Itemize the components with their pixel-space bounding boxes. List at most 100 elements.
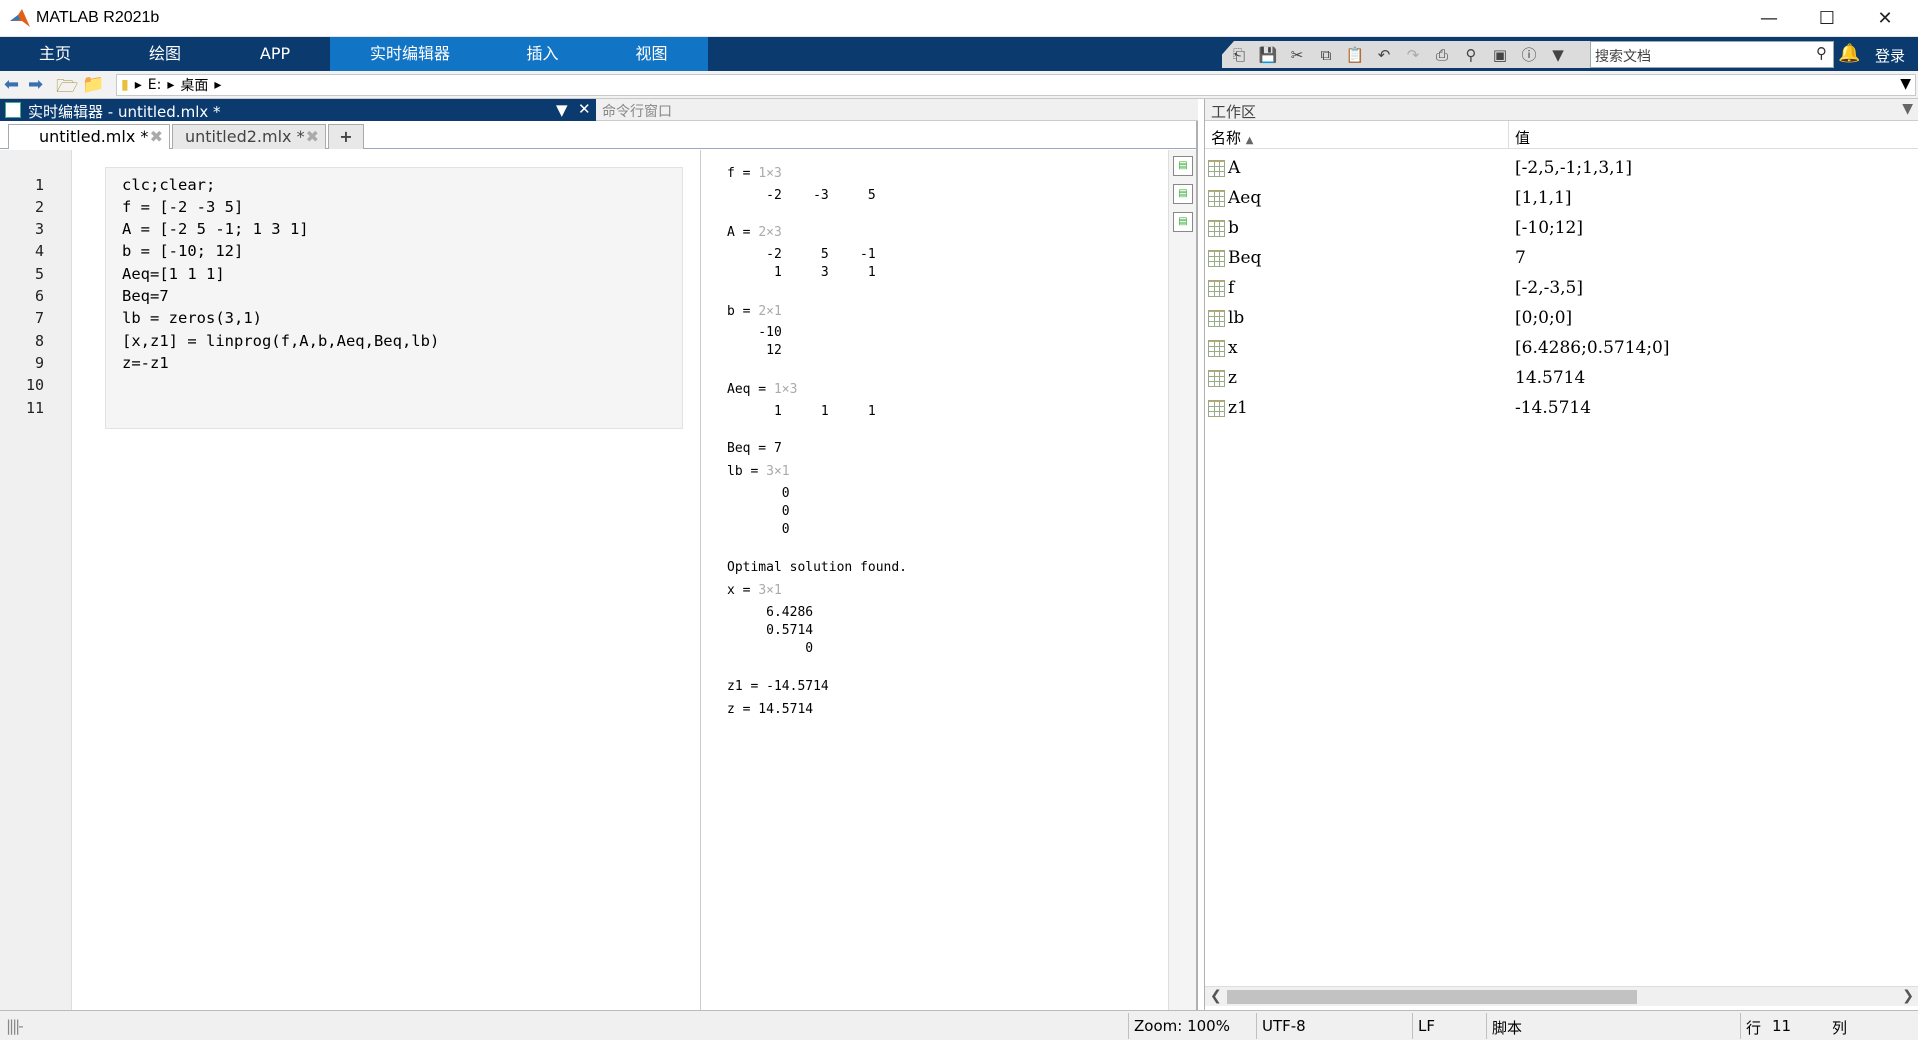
code-line[interactable]: lb = zeros(3,1) bbox=[122, 309, 262, 327]
close-tab-icon[interactable]: ✖ bbox=[150, 125, 163, 149]
line-number: 3 bbox=[34, 220, 44, 238]
var-name: z1 bbox=[1228, 398, 1248, 418]
output-right-icon[interactable]: ▤ bbox=[1173, 156, 1193, 176]
close-button[interactable]: ✕ bbox=[1856, 0, 1914, 37]
var-value: -14.5714 bbox=[1515, 398, 1592, 418]
browse-folder-icon[interactable]: 📁 bbox=[82, 74, 104, 95]
column-name-header[interactable]: 名称 ▲ bbox=[1211, 127, 1254, 148]
code-block[interactable]: clc;clear; f = [-2 -3 5] A = [-2 5 -1; 1… bbox=[105, 167, 683, 429]
code-line[interactable]: clc;clear; bbox=[122, 176, 215, 194]
undo-icon[interactable]: ↶ bbox=[1373, 45, 1395, 65]
path-segment-drive[interactable]: E: bbox=[148, 77, 162, 93]
save-icon[interactable]: 💾 bbox=[1257, 45, 1279, 65]
matrix-icon bbox=[1208, 340, 1225, 357]
shortcut-icon[interactable]: ⎗ bbox=[1228, 45, 1250, 65]
search-documentation-input[interactable]: 搜索文档 ⚲ bbox=[1590, 41, 1834, 68]
search-icon[interactable]: ⚲ bbox=[1816, 44, 1827, 62]
code-line[interactable]: [x,z1] = linprog(f,A,b,Aeq,Beq,lb) bbox=[122, 332, 439, 350]
output-f-value: -2 -3 5 bbox=[727, 188, 876, 203]
workspace-row[interactable]: f [-2,-3,5] bbox=[1205, 274, 1918, 304]
workspace-row[interactable]: z 14.5714 bbox=[1205, 364, 1918, 394]
tab-insert[interactable]: 插入 bbox=[490, 37, 595, 71]
workspace-menu-icon[interactable]: ▼ bbox=[1902, 101, 1913, 117]
workspace-row[interactable]: Aeq [1,1,1] bbox=[1205, 184, 1918, 214]
code-line[interactable]: Aeq=[1 1 1] bbox=[122, 265, 225, 283]
command-window-header[interactable]: 命令行窗口 bbox=[596, 99, 1198, 121]
panel-menu-icon[interactable]: ▼ bbox=[556, 101, 568, 119]
col-label: 列 bbox=[1832, 1019, 1848, 1037]
notification-bell-icon[interactable]: 🔔 bbox=[1838, 43, 1860, 64]
tab-home[interactable]: 主页 bbox=[0, 37, 110, 71]
scroll-left-icon[interactable]: ❮ bbox=[1210, 988, 1222, 1004]
hide-code-icon[interactable]: ▤ bbox=[1173, 212, 1193, 232]
output-b-row: 12 bbox=[727, 343, 782, 358]
var-value: 7 bbox=[1515, 248, 1526, 268]
path-segment-desktop[interactable]: 桌面 bbox=[180, 75, 208, 95]
zoom-level[interactable]: Zoom: 100% bbox=[1134, 1017, 1230, 1035]
output-lb-row: 0 bbox=[727, 522, 790, 537]
line-ending[interactable]: LF bbox=[1418, 1017, 1435, 1035]
var-value: [0;0;0] bbox=[1515, 308, 1573, 328]
live-editor-panel: 实时编辑器 - untitled.mlx * ▼ ✕ 命令行窗口 untitle… bbox=[0, 99, 1198, 1010]
customize-icon[interactable]: ▼ bbox=[1547, 45, 1569, 65]
tab-view[interactable]: 视图 bbox=[595, 37, 708, 71]
panel-close-icon[interactable]: ✕ bbox=[578, 100, 591, 118]
back-arrow-icon[interactable]: ⬅ bbox=[4, 74, 19, 95]
workspace-row[interactable]: x [6.4286;0.5714;0] bbox=[1205, 334, 1918, 364]
var-name: x bbox=[1228, 338, 1238, 358]
code-line[interactable]: b = [-10; 12] bbox=[122, 242, 243, 260]
line-number: 6 bbox=[34, 287, 44, 305]
copy-icon[interactable]: ⧉ bbox=[1315, 45, 1337, 65]
minimize-button[interactable]: — bbox=[1740, 0, 1798, 37]
column-value-header[interactable]: 值 bbox=[1515, 127, 1530, 148]
tab-untitled[interactable]: untitled.mlx * ✖ bbox=[8, 124, 170, 149]
cut-icon[interactable]: ✂ bbox=[1286, 45, 1308, 65]
close-tab-icon[interactable]: ✖ bbox=[306, 125, 319, 149]
redo-icon[interactable]: ↷ bbox=[1402, 45, 1424, 65]
current-folder-path[interactable]: ▮ ▸ E: ▸ 桌面 ▸ ▼ bbox=[116, 74, 1916, 96]
scroll-right-icon[interactable]: ❯ bbox=[1902, 988, 1914, 1004]
path-separator-icon[interactable]: ▸ bbox=[167, 77, 174, 93]
workspace-row[interactable]: Beq 7 bbox=[1205, 244, 1918, 274]
tab-live-editor[interactable]: 实时编辑器 bbox=[330, 37, 490, 71]
tab-plots[interactable]: 绘图 bbox=[110, 37, 220, 71]
output-Aeq-value: 1 1 1 bbox=[727, 404, 876, 419]
var-value: [-10;12] bbox=[1515, 218, 1583, 238]
matrix-icon bbox=[1208, 310, 1225, 327]
workspace-row[interactable]: lb [0;0;0] bbox=[1205, 304, 1918, 334]
horizontal-scrollbar[interactable]: ❮ ❯ bbox=[1205, 986, 1918, 1006]
output-A-row: 1 3 1 bbox=[727, 265, 876, 280]
find-icon[interactable]: ⚲ bbox=[1460, 45, 1482, 65]
print-icon[interactable]: ⎙ bbox=[1431, 45, 1453, 65]
new-tab-button[interactable]: + bbox=[328, 124, 364, 149]
code-line[interactable]: z=-z1 bbox=[122, 354, 169, 372]
forward-arrow-icon[interactable]: ➡ bbox=[28, 74, 43, 95]
var-name: f bbox=[1228, 278, 1235, 298]
column-divider[interactable] bbox=[1508, 121, 1509, 149]
maximize-button[interactable]: ☐ bbox=[1798, 0, 1856, 37]
output-inline-icon[interactable]: ▤ bbox=[1173, 184, 1193, 204]
paste-icon[interactable]: 📋 bbox=[1344, 45, 1366, 65]
line-number: 9 bbox=[34, 354, 44, 372]
file-type[interactable]: 脚本 bbox=[1492, 1017, 1522, 1038]
tab-apps[interactable]: APP bbox=[220, 37, 330, 71]
workspace-row[interactable]: b [-10;12] bbox=[1205, 214, 1918, 244]
line-number: 2 bbox=[34, 198, 44, 216]
code-line[interactable]: A = [-2 5 -1; 1 3 1] bbox=[122, 220, 309, 238]
tab-untitled2[interactable]: untitled2.mlx * ✖ bbox=[172, 124, 326, 149]
matrix-icon bbox=[1208, 160, 1225, 177]
path-separator-icon[interactable]: ▸ bbox=[214, 77, 221, 93]
code-line[interactable]: f = [-2 -3 5] bbox=[122, 198, 243, 216]
path-separator-icon[interactable]: ▸ bbox=[135, 77, 142, 93]
layout-icon[interactable]: ▣ bbox=[1489, 45, 1511, 65]
output-divider[interactable] bbox=[700, 150, 701, 1010]
help-icon[interactable]: ⓘ bbox=[1518, 45, 1540, 65]
login-link[interactable]: 登录 bbox=[1875, 45, 1905, 66]
workspace-row[interactable]: z1 -14.5714 bbox=[1205, 394, 1918, 424]
code-line[interactable]: Beq=7 bbox=[122, 287, 169, 305]
scrollbar-thumb[interactable] bbox=[1227, 990, 1637, 1004]
workspace-row[interactable]: A [-2,5,-1;1,3,1] bbox=[1205, 154, 1918, 184]
encoding[interactable]: UTF-8 bbox=[1262, 1017, 1306, 1035]
line-number: 4 bbox=[34, 242, 44, 260]
path-dropdown-icon[interactable]: ▼ bbox=[1900, 76, 1911, 92]
